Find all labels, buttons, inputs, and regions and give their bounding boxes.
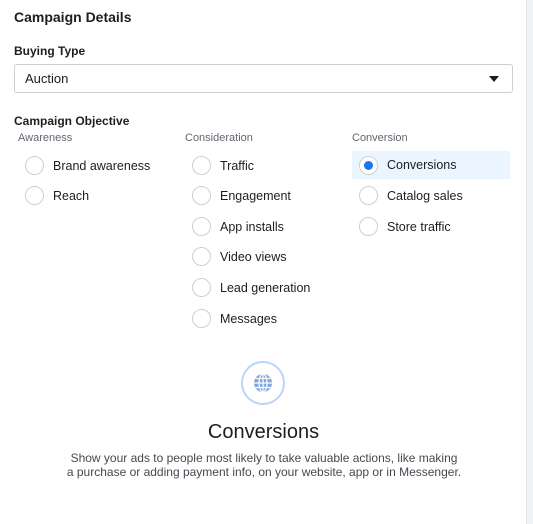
option-label: Reach [53, 188, 90, 203]
radio-button[interactable] [192, 247, 211, 266]
radio-button[interactable] [192, 309, 211, 328]
caret-down-icon [489, 76, 499, 82]
buying-type-value: Auction [25, 71, 69, 86]
objective-option-store-traffic[interactable]: Store traffic [359, 213, 451, 240]
objective-option-engagement[interactable]: Engagement [192, 182, 291, 209]
option-label: Messages [220, 311, 277, 326]
radio-button[interactable] [25, 156, 44, 175]
objective-option-brand-awareness[interactable]: Brand awareness [25, 152, 150, 179]
option-label: Catalog sales [387, 188, 463, 203]
option-label: Engagement [220, 188, 291, 203]
radio-button[interactable] [192, 278, 211, 297]
radio-button[interactable] [192, 186, 211, 205]
radio-button[interactable] [192, 217, 211, 236]
buying-type-select[interactable]: Auction [14, 64, 513, 93]
section-title: Campaign Details [14, 9, 132, 25]
radio-button[interactable] [359, 217, 378, 236]
radio-button[interactable] [25, 186, 44, 205]
campaign-objective-label: Campaign Objective [14, 114, 130, 128]
column-heading-awareness: Awareness [18, 132, 73, 144]
radio-button-selected[interactable] [359, 155, 378, 175]
option-label: Video views [220, 249, 287, 264]
objective-detail-title: Conversions [207, 421, 320, 443]
campaign-details-panel: Campaign Details Buying Type Auction Cam… [0, 0, 527, 524]
objective-option-traffic[interactable]: Traffic [192, 152, 254, 179]
option-label: Brand awareness [53, 158, 151, 173]
objective-option-catalog-sales[interactable]: Catalog sales [359, 182, 463, 209]
column-heading-consideration: Consideration [185, 132, 253, 144]
option-label: App installs [220, 219, 284, 234]
objective-option-reach[interactable]: Reach [25, 182, 89, 209]
option-label: Traffic [220, 158, 255, 173]
objective-option-messages[interactable]: Messages [192, 305, 277, 332]
objective-option-conversions[interactable]: Conversions [352, 151, 510, 179]
radio-button[interactable] [192, 156, 211, 175]
objective-option-video-views[interactable]: Video views [192, 243, 286, 270]
radio-button[interactable] [359, 186, 378, 205]
option-label: Lead generation [220, 280, 311, 295]
globe-icon [254, 373, 272, 393]
column-heading-conversion: Conversion [352, 132, 408, 144]
option-label: Store traffic [387, 219, 451, 234]
objective-detail-description: Show your ads to people most likely to t… [66, 451, 462, 479]
objective-option-lead-generation[interactable]: Lead generation [192, 274, 310, 301]
option-label: Conversions [387, 158, 457, 172]
buying-type-label: Buying Type [14, 44, 86, 58]
globe-icon-badge [241, 361, 285, 405]
objective-option-app-installs[interactable]: App installs [192, 213, 284, 240]
scrollbar-track[interactable] [526, 0, 533, 524]
